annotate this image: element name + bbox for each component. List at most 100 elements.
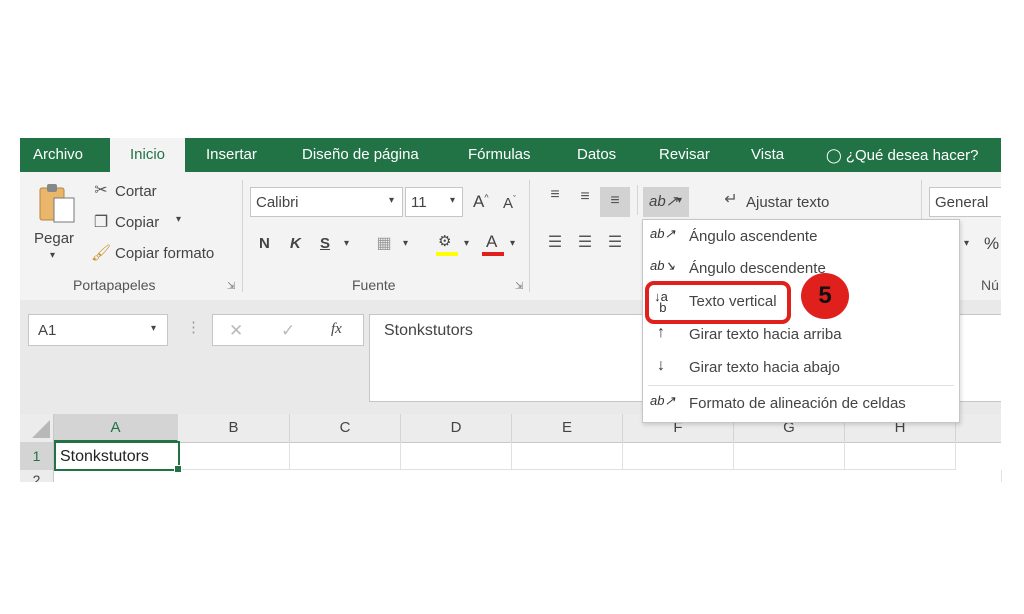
column-header-b[interactable]: B <box>178 414 290 442</box>
cell-b1[interactable] <box>178 442 290 470</box>
menu-item-rotate-down[interactable]: ↓ Girar texto hacia abajo <box>646 353 956 383</box>
column-header-d[interactable]: D <box>401 414 512 442</box>
percent-button[interactable]: % <box>984 234 999 254</box>
paste-button[interactable]: Pegar <box>34 230 74 247</box>
tell-me-box[interactable]: ◯ ¿Qué desea hacer? <box>826 138 978 172</box>
font-color-dropdown-icon[interactable]: ▾ <box>510 238 515 249</box>
align-left-icon[interactable]: ☰ <box>543 232 567 252</box>
underline-dropdown-icon[interactable]: ▾ <box>344 238 349 249</box>
chevron-down-icon: ▾ <box>151 323 157 334</box>
column-header-c[interactable]: C <box>290 414 401 442</box>
copy-icon: ❐ <box>93 214 109 231</box>
borders-icon[interactable]: ▦ <box>373 233 395 253</box>
cell-g1[interactable] <box>734 442 845 470</box>
menu-item-label: Ángulo ascendente <box>689 228 818 245</box>
formula-value: Stonkstutors <box>384 322 473 339</box>
highlight-box <box>645 281 791 324</box>
name-box[interactable]: A1 ▾ <box>28 314 168 346</box>
tab-datos[interactable]: Datos <box>577 138 616 172</box>
step-badge: 5 <box>801 273 849 319</box>
font-name-value: Calibri <box>256 194 299 211</box>
chevron-down-icon: ▾ <box>677 195 683 206</box>
bold-button[interactable]: N <box>259 235 270 252</box>
copy-button[interactable]: Copiar <box>115 214 159 231</box>
font-launcher-icon[interactable]: ⇲ <box>515 281 523 292</box>
number-format-select[interactable]: General <box>929 187 1001 217</box>
tab-archivo[interactable]: Archivo <box>33 138 83 172</box>
italic-button[interactable]: K <box>290 235 301 252</box>
cell-a1-value: Stonkstutors <box>60 448 149 465</box>
number-format-value: General <box>935 194 989 211</box>
tab-revisar[interactable]: Revisar <box>659 138 710 172</box>
formula-bar-grip-icon: ⋮ <box>186 319 201 336</box>
font-size-value: 11 <box>411 194 427 211</box>
wrap-text-button[interactable]: Ajustar texto <box>746 194 829 211</box>
tab-vista[interactable]: Vista <box>751 138 784 172</box>
row-header-2[interactable]: 2 <box>20 470 54 482</box>
column-header-e[interactable]: E <box>512 414 623 442</box>
group-divider <box>529 180 530 292</box>
cell-c1[interactable] <box>290 442 401 470</box>
format-painter-button[interactable]: Copiar formato <box>115 245 214 262</box>
align-top-icon[interactable]: ≡ <box>543 186 567 204</box>
menu-divider <box>648 385 954 386</box>
align-right-icon[interactable]: ☰ <box>603 232 627 252</box>
tab-inicio[interactable]: Inicio <box>110 138 185 174</box>
font-size-select[interactable]: 11 ▾ <box>405 187 463 217</box>
chevron-down-icon: ▾ <box>389 195 395 206</box>
menu-item-angle-clockwise[interactable]: ab↘ Ángulo descendente <box>646 254 956 284</box>
fill-color-dropdown-icon[interactable]: ▾ <box>464 238 469 249</box>
menu-item-format-cell-alignment[interactable]: ab↗ Formato de alineación de celdas <box>646 389 956 419</box>
scissors-icon: ✂ <box>94 182 108 199</box>
angle-counterclockwise-icon: ab↗ <box>650 226 676 241</box>
cut-button[interactable]: Cortar <box>115 183 157 200</box>
orientation-button[interactable]: ab↗ ▾ <box>643 187 689 217</box>
font-color-icon[interactable]: A <box>482 232 504 256</box>
menu-item-label: Girar texto hacia arriba <box>689 326 842 343</box>
row-header-1[interactable]: 1 <box>20 442 54 470</box>
underline-button[interactable]: S <box>320 235 330 252</box>
group-divider <box>242 180 243 292</box>
lightbulb-icon: ◯ <box>826 147 842 163</box>
cell-e1[interactable] <box>512 442 623 470</box>
font-group-label: Fuente <box>352 277 396 293</box>
tab-formulas[interactable]: Fórmulas <box>468 138 531 172</box>
menu-item-label: Ángulo descendente <box>689 260 826 277</box>
format-painter-icon: 🖌 <box>90 245 112 262</box>
tab-diseno-pagina[interactable]: Diseño de página <box>302 138 419 172</box>
tell-me-text: ¿Qué desea hacer? <box>845 147 979 164</box>
cancel-icon[interactable]: ✕ <box>229 321 243 341</box>
cell-a1[interactable]: Stonkstutors <box>54 441 182 473</box>
decrease-font-icon[interactable]: Aˇ <box>503 194 516 212</box>
highlight-color-swatch <box>436 252 458 256</box>
enter-icon[interactable]: ✓ <box>281 321 295 341</box>
clipboard-launcher-icon[interactable]: ⇲ <box>227 281 235 292</box>
align-bottom-icon: ≡ <box>610 192 620 209</box>
paste-dropdown-icon[interactable]: ▾ <box>50 250 55 261</box>
insert-function-button[interactable]: fx <box>331 321 342 338</box>
font-name-select[interactable]: Calibri ▾ <box>250 187 403 217</box>
increase-font-icon[interactable]: A^ <box>473 192 489 212</box>
menu-item-angle-counterclockwise[interactable]: ab↗ Ángulo ascendente <box>646 222 956 252</box>
cell-f1[interactable] <box>623 442 734 470</box>
column-header-a[interactable]: A <box>54 414 178 442</box>
cell-h1[interactable] <box>845 442 956 470</box>
rotate-text-down-icon: ↓ <box>657 357 665 374</box>
copy-dropdown-icon[interactable]: ▾ <box>176 214 181 225</box>
borders-dropdown-icon[interactable]: ▾ <box>403 238 408 249</box>
align-bottom-button[interactable]: ≡ <box>600 187 630 217</box>
align-center-icon[interactable]: ☰ <box>573 232 597 252</box>
select-all-corner[interactable] <box>20 414 54 442</box>
align-middle-icon[interactable]: ≡ <box>573 188 597 206</box>
menu-item-rotate-up[interactable]: ↑ Girar texto hacia arriba <box>646 320 956 350</box>
paint-bucket-icon: ⚙ <box>438 233 452 250</box>
tab-insertar[interactable]: Insertar <box>206 138 257 172</box>
cell-d1[interactable] <box>401 442 512 470</box>
chevron-down-icon: ▾ <box>450 195 456 206</box>
fill-color-icon[interactable]: ⚙ <box>436 232 458 256</box>
rotate-text-up-icon: ↑ <box>657 324 665 341</box>
divider <box>637 185 638 215</box>
row-2-cells <box>54 470 1002 482</box>
paste-icon[interactable] <box>38 182 78 226</box>
currency-dropdown-icon[interactable]: ▾ <box>964 238 969 249</box>
